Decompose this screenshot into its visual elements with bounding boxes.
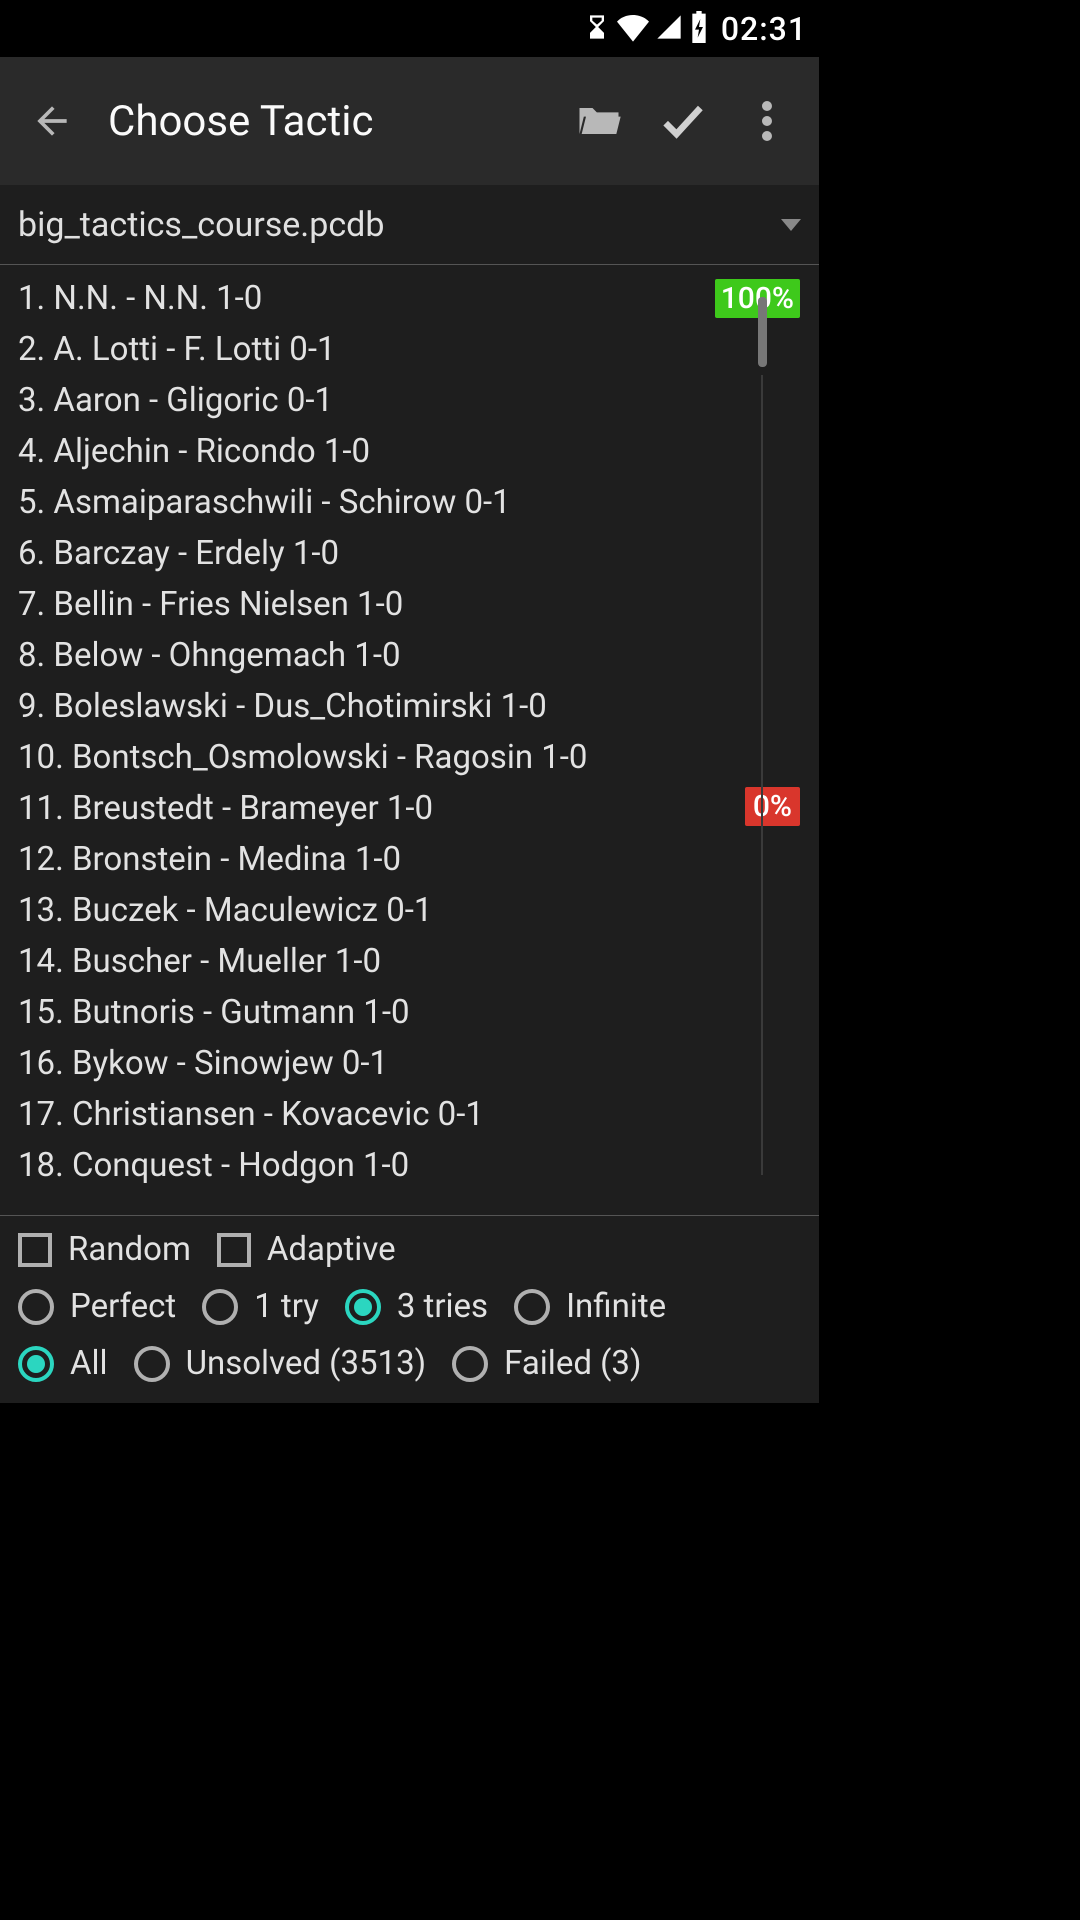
hourglass-icon — [583, 13, 611, 45]
infinite-radio[interactable] — [514, 1289, 550, 1325]
list-item[interactable]: 8. Below - Ohngemach 1-0 — [18, 630, 819, 681]
list-item[interactable]: 3. Aaron - Gligoric 0-1 — [18, 375, 819, 426]
list-item-label: 18. Conquest - Hodgon 1-0 — [18, 1146, 819, 1185]
list-item[interactable]: 2. A. Lotti - F. Lotti 0-1 — [18, 324, 819, 375]
file-name-label: big_tactics_course.pcdb — [18, 205, 781, 245]
list-item-label: 7. Bellin - Fries Nielsen 1-0 — [18, 585, 819, 624]
list-item[interactable]: 4. Aljechin - Ricondo 1-0 — [18, 426, 819, 477]
list-item-label: 14. Buscher - Mueller 1-0 — [18, 942, 819, 981]
wifi-icon — [617, 11, 649, 47]
list-item[interactable]: 17. Christiansen - Kovacevic 0-1 — [18, 1089, 819, 1140]
all-radio[interactable] — [18, 1346, 54, 1382]
random-checkbox[interactable] — [18, 1233, 52, 1267]
one-try-radio[interactable] — [202, 1289, 238, 1325]
battery-charging-icon — [689, 11, 709, 47]
list-item-label: 16. Bykow - Sinowjew 0-1 — [18, 1044, 819, 1083]
list-item-label: 6. Barczay - Erdely 1-0 — [18, 534, 819, 573]
list-item-label: 1. N.N. - N.N. 1-0 — [18, 279, 819, 318]
failed-label: Failed (3) — [504, 1344, 641, 1383]
perfect-label: Perfect — [70, 1287, 176, 1326]
cell-signal-icon — [655, 13, 683, 45]
scrollbar-track — [761, 375, 763, 1175]
list-item[interactable]: 6. Barczay - Erdely 1-0 — [18, 528, 819, 579]
list-item[interactable]: 5. Asmaiparaschwili - Schirow 0-1 — [18, 477, 819, 528]
confirm-button[interactable] — [655, 93, 711, 149]
list-item[interactable]: 14. Buscher - Mueller 1-0 — [18, 936, 819, 987]
unsolved-label: Unsolved (3513) — [186, 1344, 427, 1383]
list-item[interactable]: 9. Boleslawski - Dus_Chotimirski 1-0 — [18, 681, 819, 732]
list-item-label: 5. Asmaiparaschwili - Schirow 0-1 — [18, 483, 819, 522]
status-bar: 02:31 — [0, 0, 819, 57]
clock-text: 02:31 — [721, 10, 807, 48]
list-item[interactable]: 10. Bontsch_Osmolowski - Ragosin 1-0 — [18, 732, 819, 783]
progress-badge-0: 0% — [745, 787, 800, 826]
back-button[interactable] — [24, 93, 80, 149]
list-item[interactable]: 13. Buczek - Maculewicz 0-1 — [18, 885, 819, 936]
list-item-label: 13. Buczek - Maculewicz 0-1 — [18, 891, 819, 930]
list-item[interactable]: 16. Bykow - Sinowjew 0-1 — [18, 1038, 819, 1089]
list-item-label: 11. Breustedt - Brameyer 1-0 — [18, 789, 819, 828]
list-item-label: 15. Butnoris - Gutmann 1-0 — [18, 993, 819, 1032]
three-tries-radio[interactable] — [345, 1289, 381, 1325]
list-item[interactable]: 11. Breustedt - Brameyer 1-0 — [18, 783, 819, 834]
random-label: Random — [68, 1230, 191, 1269]
list-item-label: 17. Christiansen - Kovacevic 0-1 — [18, 1095, 819, 1134]
list-item[interactable]: 15. Butnoris - Gutmann 1-0 — [18, 987, 819, 1038]
adaptive-checkbox[interactable] — [217, 1233, 251, 1267]
unsolved-radio[interactable] — [134, 1346, 170, 1382]
three-tries-label: 3 tries — [397, 1287, 488, 1326]
list-item-label: 12. Bronstein - Medina 1-0 — [18, 840, 819, 879]
open-folder-button[interactable] — [571, 93, 627, 149]
one-try-label: 1 try — [254, 1287, 319, 1326]
list-item-label: 4. Aljechin - Ricondo 1-0 — [18, 432, 819, 471]
list-item-label: 10. Bontsch_Osmolowski - Ragosin 1-0 — [18, 738, 819, 777]
page-title: Choose Tactic — [108, 97, 543, 146]
list-item-label: 2. A. Lotti - F. Lotti 0-1 — [18, 330, 819, 369]
tactic-list[interactable]: 1. N.N. - N.N. 1-0 2. A. Lotti - F. Lotti… — [0, 265, 819, 1215]
perfect-radio[interactable] — [18, 1289, 54, 1325]
list-item-label: 3. Aaron - Gligoric 0-1 — [18, 381, 819, 420]
dropdown-triangle-icon — [781, 219, 801, 231]
list-item[interactable]: 7. Bellin - Fries Nielsen 1-0 — [18, 579, 819, 630]
list-item-label: 9. Boleslawski - Dus_Chotimirski 1-0 — [18, 687, 819, 726]
overflow-menu-button[interactable] — [739, 93, 795, 149]
list-item[interactable]: 12. Bronstein - Medina 1-0 — [18, 834, 819, 885]
infinite-label: Infinite — [566, 1287, 666, 1326]
file-select-dropdown[interactable]: big_tactics_course.pcdb — [0, 185, 819, 265]
tactic-list-wrap: 1. N.N. - N.N. 1-0 2. A. Lotti - F. Lotti… — [0, 265, 819, 1215]
adaptive-label: Adaptive — [267, 1230, 396, 1269]
list-item[interactable]: 1. N.N. - N.N. 1-0 — [18, 273, 819, 324]
scrollbar-thumb[interactable] — [758, 297, 767, 367]
list-item-label: 8. Below - Ohngemach 1-0 — [18, 636, 819, 675]
app-toolbar: Choose Tactic — [0, 57, 819, 185]
all-label: All — [70, 1344, 108, 1383]
bottom-controls: Random Adaptive Perfect 1 try 3 tries In… — [0, 1215, 819, 1403]
failed-radio[interactable] — [452, 1346, 488, 1382]
list-item[interactable]: 18. Conquest - Hodgon 1-0 — [18, 1140, 819, 1191]
